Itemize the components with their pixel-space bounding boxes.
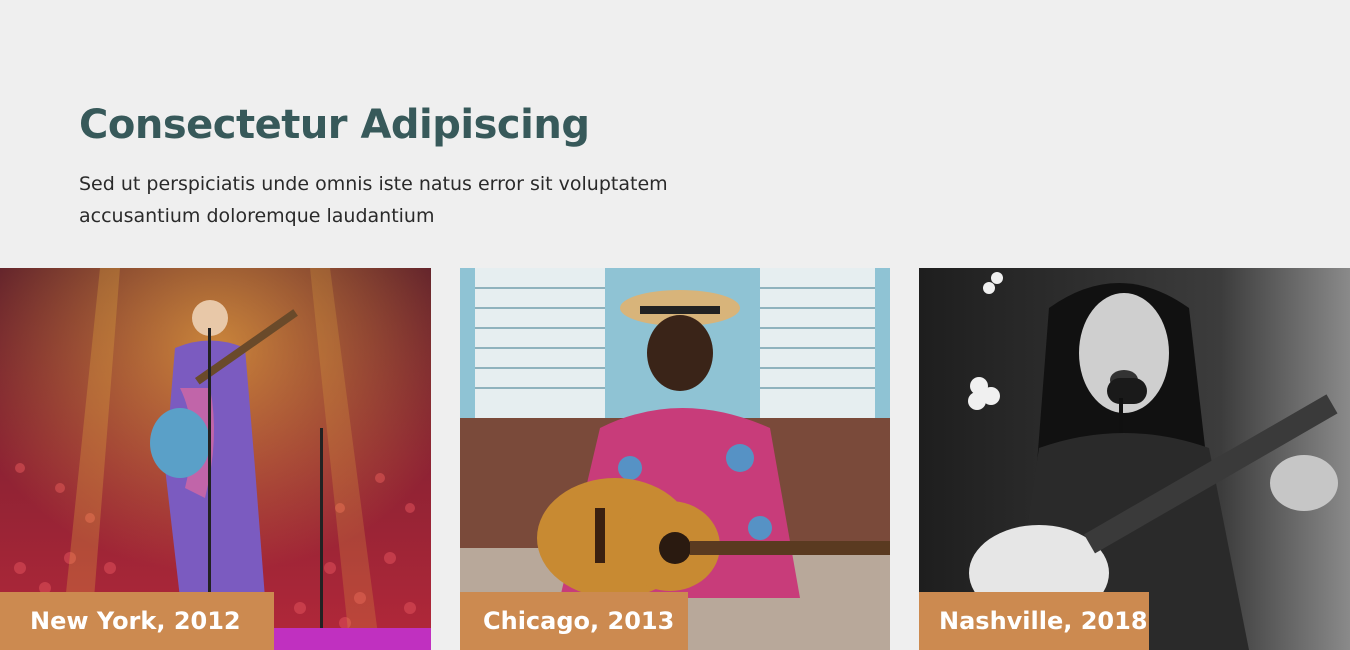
section-title: Consectetur Adipiscing bbox=[79, 102, 590, 148]
photo-card-nashville[interactable]: Nashville, 2018 bbox=[919, 268, 1350, 650]
page: Consectetur Adipiscing Sed ut perspiciat… bbox=[0, 0, 1350, 650]
photo-card-new-york[interactable]: New York, 2012 bbox=[0, 268, 431, 650]
photo-card-chicago[interactable]: Chicago, 2013 bbox=[460, 268, 890, 650]
section-subtitle: Sed ut perspiciatis unde omnis iste natu… bbox=[79, 173, 668, 227]
card-caption: Nashville, 2018 bbox=[919, 592, 1149, 650]
card-caption: New York, 2012 bbox=[0, 592, 274, 650]
card-caption: Chicago, 2013 bbox=[460, 592, 688, 650]
